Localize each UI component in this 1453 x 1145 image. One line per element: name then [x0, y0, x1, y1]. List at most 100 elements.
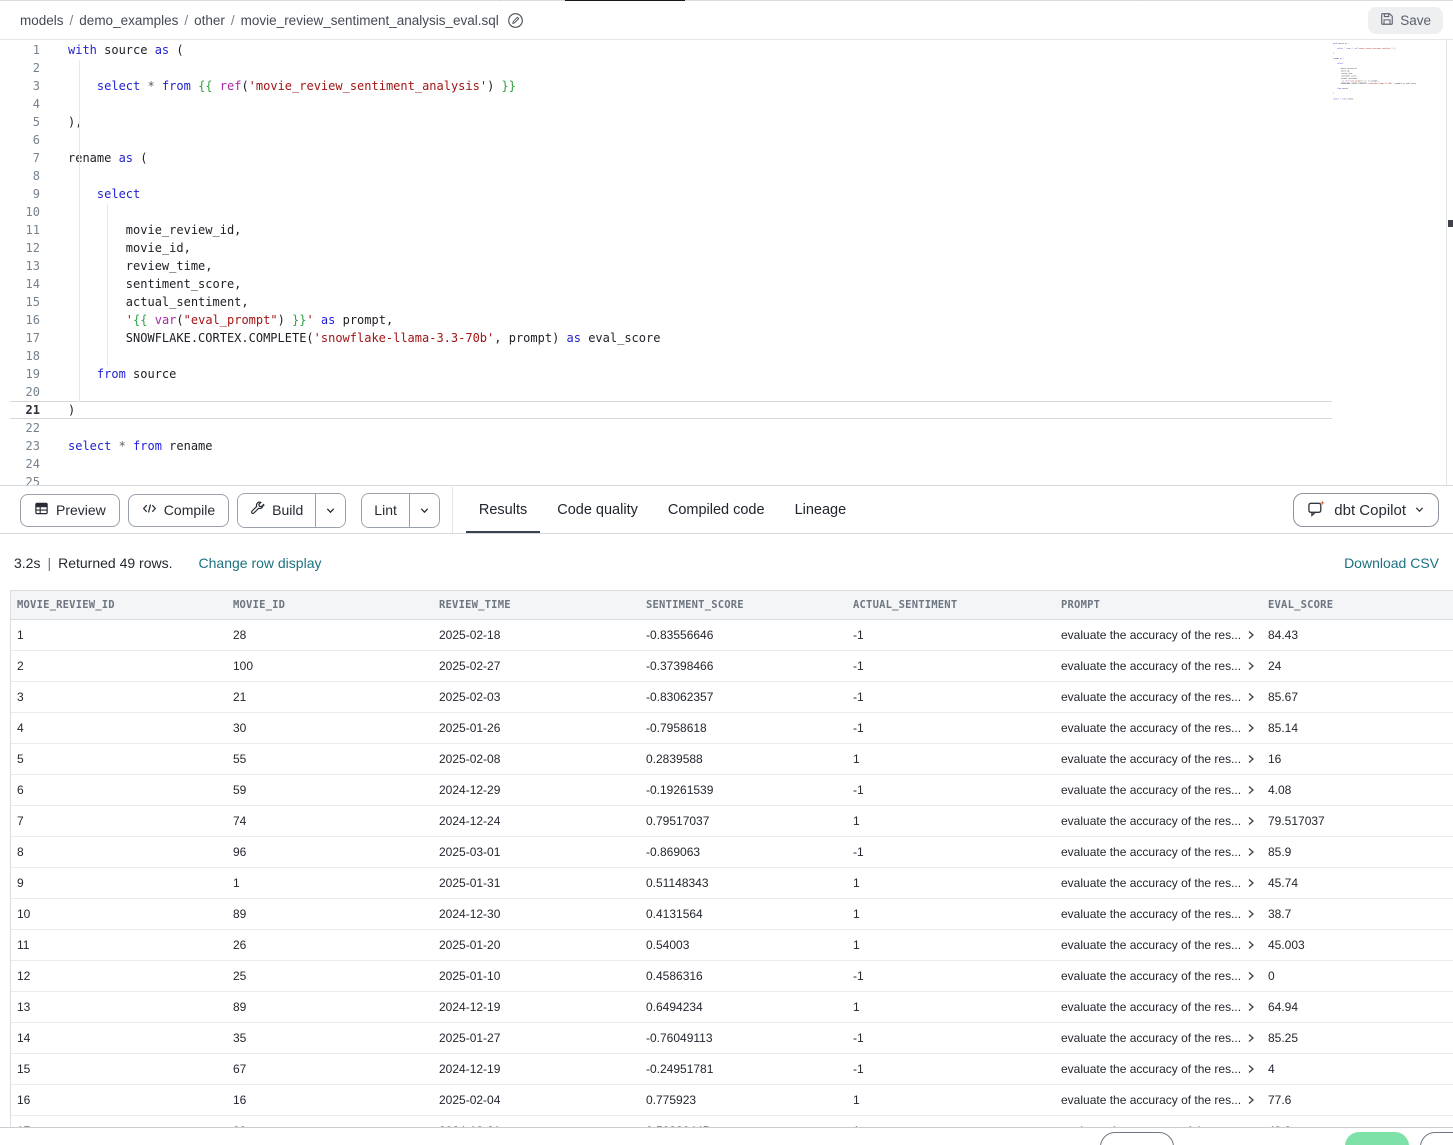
cell-review_time: 2025-01-10 [433, 969, 640, 983]
code-line[interactable]: 19 from source [10, 365, 1332, 383]
cell-movie_review_id: 2 [11, 659, 227, 673]
code-line[interactable]: 9 select [10, 185, 1332, 203]
table-row: 11262025-01-200.540031evaluate the accur… [11, 930, 1453, 961]
code-line[interactable]: 5), [10, 113, 1332, 131]
table-row: 16162025-02-040.7759231evaluate the accu… [11, 1085, 1453, 1116]
cell-sentiment_score: 0.6494234 [640, 1000, 847, 1014]
lint-dropdown-chevron[interactable] [409, 494, 439, 527]
download-csv-link[interactable]: Download CSV [1344, 555, 1439, 571]
cell-sentiment_score: 0.4131564 [640, 907, 847, 921]
expand-prompt-icon[interactable] [1246, 878, 1256, 888]
code-line[interactable]: 7rename as ( [10, 149, 1332, 167]
expand-prompt-icon[interactable] [1246, 661, 1256, 671]
code-line[interactable]: 24 [10, 455, 1332, 473]
bottom-outline-button-partial[interactable] [1100, 1132, 1174, 1145]
cell-eval_score: 45.003 [1262, 938, 1453, 952]
cell-actual_sentiment: -1 [847, 628, 1055, 642]
expand-prompt-icon[interactable] [1246, 971, 1256, 981]
code-line[interactable]: 6 [10, 131, 1332, 149]
expand-prompt-icon[interactable] [1246, 1002, 1256, 1012]
expand-prompt-icon[interactable] [1246, 785, 1256, 795]
cell-prompt: evaluate the accuracy of the res... [1055, 1062, 1262, 1076]
column-header-eval_score[interactable]: EVAL_SCORE [1262, 599, 1453, 611]
cell-actual_sentiment: 1 [847, 938, 1055, 952]
build-button[interactable]: Build [238, 494, 315, 527]
table-row: 5552025-02-080.28395881evaluate the accu… [11, 744, 1453, 775]
breadcrumb-segment[interactable]: movie_review_sentiment_analysis_eval.sql [241, 13, 499, 28]
cell-movie_review_id: 15 [11, 1062, 227, 1076]
expand-prompt-icon[interactable] [1246, 754, 1256, 764]
breadcrumb: models/demo_examples/other/movie_review_… [20, 13, 499, 28]
cell-movie_id: 100 [227, 659, 433, 673]
code-line[interactable]: 17 SNOWFLAKE.CORTEX.COMPLETE('snowflake-… [10, 329, 1332, 347]
cell-prompt: evaluate the accuracy of the res... [1055, 628, 1262, 642]
code-line[interactable]: 25 [10, 473, 1332, 485]
expand-prompt-icon[interactable] [1246, 909, 1256, 919]
cell-sentiment_score: -0.19261539 [640, 783, 847, 797]
expand-prompt-icon[interactable] [1246, 816, 1256, 826]
dbt-cloud-ide: models/demo_examples/other/movie_review_… [0, 0, 1453, 1145]
cell-eval_score: 79.517037 [1262, 814, 1453, 828]
code-line[interactable]: 2 [10, 59, 1332, 77]
expand-prompt-icon[interactable] [1246, 692, 1256, 702]
code-line[interactable]: 13 review_time, [10, 257, 1332, 275]
change-row-display-link[interactable]: Change row display [199, 555, 322, 571]
breadcrumb-segment[interactable]: demo_examples [79, 13, 178, 28]
prompt-preview-text: evaluate the accuracy of the res... [1061, 1031, 1241, 1045]
expand-prompt-icon[interactable] [1246, 1033, 1256, 1043]
code-line[interactable]: 11 movie_review_id, [10, 221, 1332, 239]
bottom-green-button-partial[interactable] [1345, 1132, 1409, 1145]
code-line[interactable]: 22 [10, 419, 1332, 437]
editor-minimap[interactable]: with source as ( select * from {{ ref('m… [1333, 42, 1445, 106]
code-line[interactable]: 10 [10, 203, 1332, 221]
breadcrumb-segment[interactable]: other [194, 13, 225, 28]
column-header-review_time[interactable]: REVIEW_TIME [433, 599, 640, 611]
code-line[interactable]: 18 [10, 347, 1332, 365]
tab-compiled-code[interactable]: Compiled code [668, 487, 765, 534]
prompt-preview-text: evaluate the accuracy of the res... [1061, 907, 1241, 921]
save-button[interactable]: Save [1368, 7, 1443, 34]
code-line[interactable]: 20 [10, 383, 1332, 401]
column-header-movie_review_id[interactable]: MOVIE_REVIEW_ID [11, 599, 227, 611]
breadcrumb-segment[interactable]: models [20, 13, 64, 28]
code-line[interactable]: 3 select * from {{ ref('movie_review_sen… [10, 77, 1332, 95]
copilot-chevron-down-icon [1414, 502, 1425, 519]
expand-prompt-icon[interactable] [1246, 940, 1256, 950]
code-line[interactable]: 23select * from rename [10, 437, 1332, 455]
code-line[interactable]: 12 movie_id, [10, 239, 1332, 257]
cell-sentiment_score: 0.79517037 [640, 814, 847, 828]
lint-button[interactable]: Lint [362, 494, 409, 527]
column-header-sentiment_score[interactable]: SENTIMENT_SCORE [640, 599, 847, 611]
expand-prompt-icon[interactable] [1246, 1064, 1256, 1074]
expand-prompt-icon[interactable] [1246, 723, 1256, 733]
expand-prompt-icon[interactable] [1246, 1095, 1256, 1105]
code-line[interactable]: 15 actual_sentiment, [10, 293, 1332, 311]
line-number: 1 [10, 41, 40, 59]
cell-movie_review_id: 12 [11, 969, 227, 983]
line-number: 18 [10, 347, 40, 365]
tab-code-quality[interactable]: Code quality [557, 487, 638, 534]
code-line[interactable]: 4 [10, 95, 1332, 113]
column-header-movie_id[interactable]: MOVIE_ID [227, 599, 433, 611]
code-line[interactable]: 21) [10, 401, 1332, 419]
expand-prompt-icon[interactable] [1246, 847, 1256, 857]
code-line[interactable]: 1with source as ( [10, 41, 1332, 59]
compile-button[interactable]: Compile [128, 494, 229, 527]
tab-lineage[interactable]: Lineage [795, 487, 847, 534]
preview-button[interactable]: Preview [20, 494, 120, 527]
code-line[interactable]: 16 '{{ var("eval_prompt") }}' as prompt, [10, 311, 1332, 329]
dbt-copilot-button[interactable]: dbt Copilot [1293, 493, 1439, 527]
build-dropdown-chevron[interactable] [315, 494, 345, 527]
column-header-actual_sentiment[interactable]: ACTUAL_SENTIMENT [847, 599, 1055, 611]
line-number: 19 [10, 365, 40, 383]
expand-prompt-icon[interactable] [1246, 630, 1256, 640]
code-line[interactable]: 8 [10, 167, 1332, 185]
code-line[interactable]: 14 sentiment_score, [10, 275, 1332, 293]
column-header-prompt[interactable]: PROMPT [1055, 599, 1262, 611]
bottom-outline-button-partial[interactable] [1420, 1132, 1453, 1145]
tab-results[interactable]: Results [479, 487, 527, 534]
cell-eval_score: 4.08 [1262, 783, 1453, 797]
sql-editor[interactable]: 1with source as (23 select * from {{ ref… [0, 40, 1453, 485]
cell-sentiment_score: 0.4586316 [640, 969, 847, 983]
editor-scrollbar-thumb[interactable] [1448, 220, 1453, 227]
